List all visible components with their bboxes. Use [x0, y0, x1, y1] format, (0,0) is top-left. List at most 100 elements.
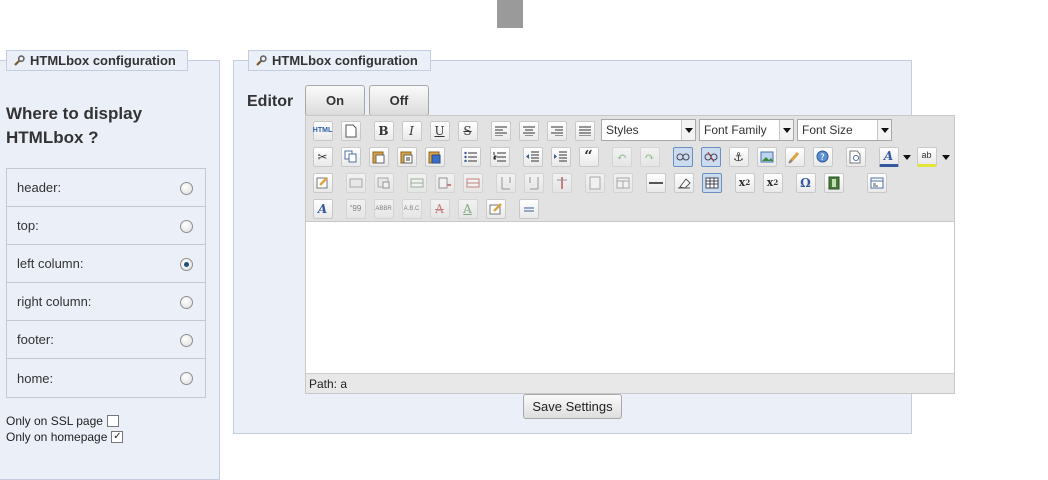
editor-off-button[interactable]: Off	[369, 85, 429, 116]
italic-icon[interactable]: I	[400, 119, 423, 142]
page-break-icon[interactable]	[865, 171, 888, 194]
position-row-right-column[interactable]: right column:	[7, 283, 205, 321]
wrench-icon	[256, 54, 267, 66]
col-after-icon[interactable]	[522, 171, 545, 194]
text-color-icon[interactable]: A	[877, 145, 900, 168]
position-row-footer[interactable]: footer:	[7, 321, 205, 359]
align-center-icon[interactable]	[517, 119, 540, 142]
chevron-down-icon	[681, 120, 695, 140]
styleprops-icon[interactable]: A	[311, 197, 334, 220]
paste-text-icon[interactable]	[395, 145, 418, 168]
ssl-option-label: Only on SSL page	[6, 414, 103, 428]
position-label: left column:	[17, 256, 84, 271]
redo-icon[interactable]: ↷	[638, 145, 661, 168]
position-radio-header[interactable]	[180, 182, 193, 195]
position-label: top:	[17, 218, 39, 233]
undo-icon[interactable]: ↶	[610, 145, 633, 168]
font-size-select[interactable]: Font Size	[797, 119, 892, 141]
numbered-list-icon[interactable]	[488, 145, 511, 168]
chevron-down-icon[interactable]	[941, 146, 950, 167]
anchor-icon[interactable]: ⚓	[727, 145, 750, 168]
bold-icon[interactable]: B	[372, 119, 395, 142]
copy-icon[interactable]	[339, 145, 362, 168]
editor-label: Editor	[247, 93, 294, 110]
image-icon[interactable]	[755, 145, 778, 168]
underline-icon[interactable]: U	[428, 119, 451, 142]
non-breaking-icon[interactable]	[517, 197, 540, 220]
position-radio-left-column[interactable]	[180, 258, 193, 271]
where-to-display-title: Where to display HTMLbox ?	[6, 104, 143, 147]
remove-format-icon[interactable]	[672, 171, 695, 194]
font-family-select-value: Font Family	[704, 123, 767, 137]
unlink-icon[interactable]	[699, 145, 722, 168]
editor-toolbar: HTML B I U S Styles Font Family Font Siz…	[306, 116, 954, 222]
strikethrough-icon[interactable]: S	[456, 119, 479, 142]
styles-select[interactable]: Styles	[601, 119, 696, 141]
right-panel-legend: HTMLbox configuration	[248, 50, 431, 71]
merge-cells-icon[interactable]	[611, 171, 634, 194]
horizontal-rule-icon[interactable]	[644, 171, 667, 194]
position-row-header[interactable]: header:	[7, 169, 205, 207]
edit-css-icon[interactable]	[311, 171, 334, 194]
svg-text:?: ?	[820, 153, 825, 163]
ssl-checkbox[interactable]	[106, 415, 119, 427]
outdent-icon[interactable]	[521, 145, 544, 168]
position-label: footer:	[17, 332, 54, 347]
bullet-list-icon[interactable]	[459, 145, 482, 168]
wrench-icon	[14, 54, 25, 66]
insert-layer-icon[interactable]	[344, 171, 367, 194]
cleanup-icon[interactable]	[783, 145, 806, 168]
font-family-select[interactable]: Font Family	[699, 119, 794, 141]
position-row-home[interactable]: home:	[7, 359, 205, 397]
indent-icon[interactable]	[549, 145, 572, 168]
subscript-icon[interactable]: x2	[733, 171, 756, 194]
special-char-icon[interactable]: Ω	[794, 171, 817, 194]
del-icon[interactable]: A	[428, 197, 451, 220]
html-icon[interactable]: HTML	[311, 119, 334, 142]
attributes-icon[interactable]	[484, 197, 507, 220]
row-after-icon[interactable]	[433, 171, 456, 194]
link-icon[interactable]	[671, 145, 694, 168]
highlight-color-icon[interactable]: ab	[915, 145, 938, 168]
styles-select-value: Styles	[606, 123, 639, 137]
editor-on-button[interactable]: On	[305, 85, 365, 116]
blockquote-icon[interactable]: “	[577, 145, 600, 168]
paste-icon[interactable]	[367, 145, 390, 168]
row-before-icon[interactable]	[405, 171, 428, 194]
position-label: header:	[17, 180, 62, 195]
abbr-icon[interactable]: ABBR	[372, 197, 395, 220]
status-path: Path: a	[309, 376, 348, 391]
help-icon[interactable]: ?	[811, 145, 834, 168]
position-row-top[interactable]: top:	[7, 207, 205, 245]
position-radio-top[interactable]	[180, 220, 193, 233]
align-left-icon[interactable]	[489, 119, 512, 142]
left-panel-legend-text: HTMLbox configuration	[30, 53, 176, 68]
position-radio-home[interactable]	[180, 372, 193, 385]
position-radio-right-column[interactable]	[180, 296, 193, 309]
media-icon[interactable]	[822, 171, 845, 194]
align-justify-icon[interactable]	[573, 119, 596, 142]
save-settings-button[interactable]: Save Settings	[523, 394, 622, 419]
left-panel-legend: HTMLbox configuration	[6, 50, 188, 71]
preview-icon[interactable]	[844, 145, 867, 168]
align-right-icon[interactable]	[545, 119, 568, 142]
acronym-icon[interactable]: A.B.C	[400, 197, 423, 220]
ins-icon[interactable]: A	[456, 197, 479, 220]
delete-col-icon[interactable]	[550, 171, 573, 194]
new-document-icon[interactable]	[339, 119, 362, 142]
paste-word-icon[interactable]	[423, 145, 446, 168]
col-before-icon[interactable]	[494, 171, 517, 194]
homepage-checkbox[interactable]: ✓	[111, 431, 124, 443]
layer-properties-icon[interactable]	[372, 171, 395, 194]
superscript-icon[interactable]: x2	[761, 171, 784, 194]
editor-status-bar: Path: a	[306, 373, 954, 393]
visual-aid-icon[interactable]	[700, 171, 723, 194]
delete-row-icon[interactable]	[461, 171, 484, 194]
editor-content-area[interactable]	[306, 223, 954, 373]
chevron-down-icon[interactable]	[902, 146, 911, 167]
position-row-left-column[interactable]: left column:	[7, 245, 205, 283]
cite-icon[interactable]: “99	[344, 197, 367, 220]
split-cells-icon[interactable]	[583, 171, 606, 194]
position-radio-footer[interactable]	[180, 334, 193, 347]
cut-icon[interactable]: ✂	[311, 145, 334, 168]
